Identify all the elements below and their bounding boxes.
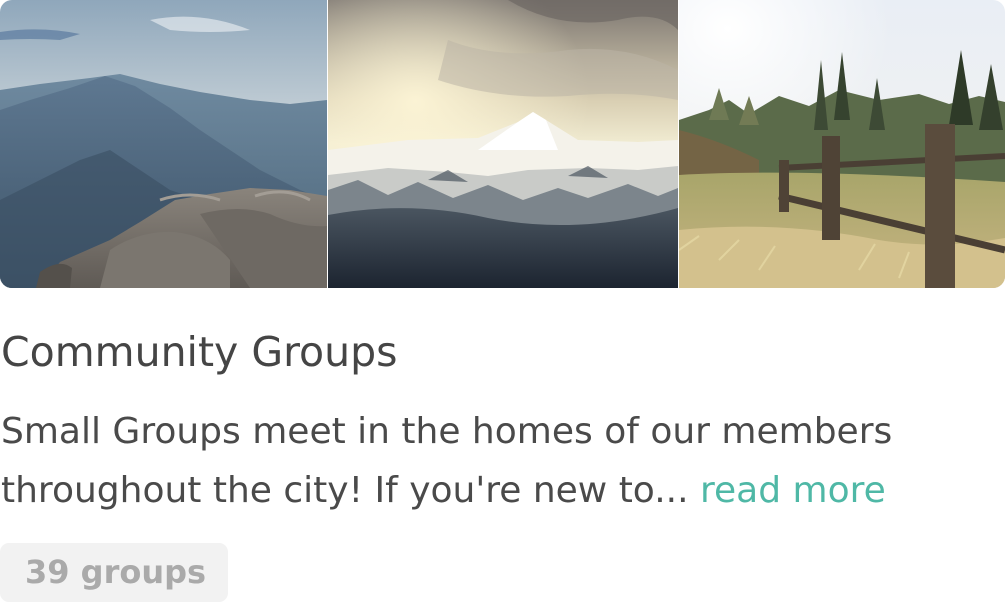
read-more-link[interactable]: read more [700,470,886,511]
group-count-badge: 39 groups [0,543,228,602]
card-title: Community Groups [1,328,398,376]
snowy-peak-photo [328,0,678,288]
community-groups-card[interactable]: Community Groups Small Groups meet in th… [0,0,1005,603]
mountain-ridge-photo [0,0,327,288]
card-description: Small Groups meet in the homes of our me… [1,402,1001,520]
photo-gallery[interactable] [0,0,1005,288]
meadow-fence-photo [679,0,1005,288]
